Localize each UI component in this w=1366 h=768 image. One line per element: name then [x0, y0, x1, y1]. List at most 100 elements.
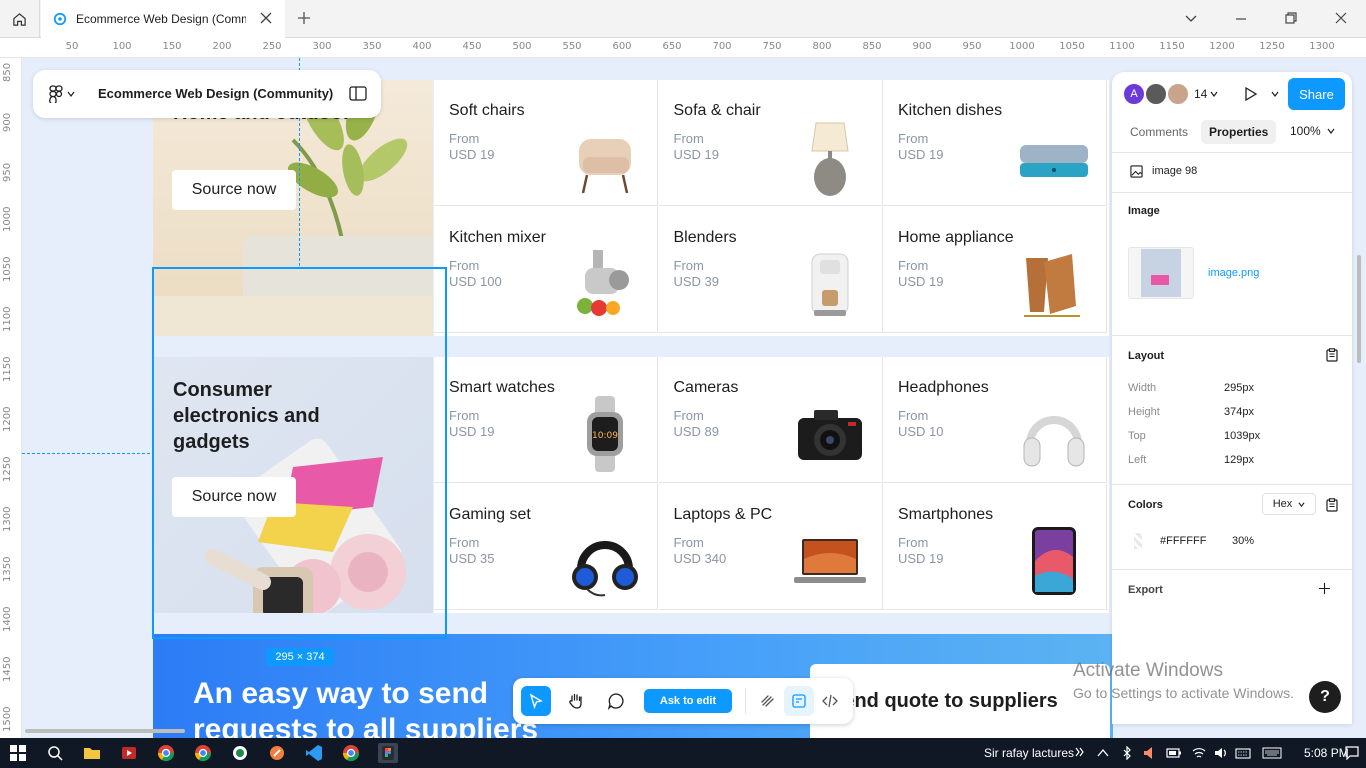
price-from-label: From [898, 131, 929, 146]
start-button[interactable] [8, 743, 28, 763]
help-button[interactable]: ? [1309, 681, 1341, 713]
product-card[interactable]: Laptops & PC From USD 340 [658, 484, 883, 610]
chevron-right-double-icon[interactable] [1075, 747, 1085, 757]
product-card[interactable]: Cameras From USD 89 [658, 357, 883, 483]
taskbar-file-explorer[interactable] [82, 743, 102, 763]
new-tab-icon[interactable] [296, 10, 312, 26]
product-title: Headphones [898, 379, 989, 396]
inspect-tool[interactable] [784, 686, 814, 716]
home-source-now-button[interactable]: Source now [172, 170, 296, 210]
comment-tool[interactable] [601, 686, 631, 716]
hand-tool[interactable] [561, 686, 591, 716]
layout-property-value[interactable]: 1039px [1224, 430, 1260, 442]
taskbar-chrome[interactable] [156, 743, 176, 763]
horizontal-scrollbar[interactable] [25, 729, 185, 733]
taskbar-vscode[interactable] [304, 743, 324, 763]
selected-layer-bounds[interactable] [152, 267, 447, 639]
color-format-select[interactable]: Hex [1262, 493, 1316, 515]
browser-tab-active[interactable]: Ecommerce Web Design (Community) [41, 0, 285, 38]
product-card[interactable]: Headphones From USD 10 [883, 357, 1107, 483]
product-card[interactable]: Gaming set From USD 35 [434, 484, 658, 610]
colors-section-header: Colors [1128, 499, 1163, 511]
draw-icon [761, 695, 774, 707]
share-button[interactable]: Share [1288, 78, 1345, 110]
annotate-tool[interactable] [754, 686, 784, 716]
product-title: Home appliance [898, 229, 1014, 246]
color-hex-value[interactable]: #FFFFFF [1160, 535, 1206, 547]
taskbar-figma[interactable] [378, 743, 398, 763]
price-value: USD 19 [449, 424, 495, 439]
present-play-icon[interactable] [1243, 86, 1259, 102]
chevron-up-icon[interactable] [1097, 748, 1109, 758]
taskbar-chrome[interactable] [193, 743, 213, 763]
search-button[interactable] [45, 743, 65, 763]
layout-property-value[interactable]: 295px [1224, 382, 1254, 394]
price-value: USD 19 [449, 147, 495, 162]
close-window-icon[interactable] [1332, 9, 1350, 27]
product-card[interactable]: Smartphones From USD 19 [883, 484, 1107, 610]
product-card[interactable]: Kitchen dishes From USD 19 [883, 80, 1107, 206]
wifi-icon[interactable] [1192, 746, 1206, 760]
zoom-menu[interactable]: 100% [1290, 124, 1335, 138]
avatar[interactable]: A [1122, 82, 1146, 106]
divider [1112, 484, 1352, 485]
keyboard-icon[interactable] [1235, 747, 1251, 759]
watermark-line-2: Go to Settings to activate Windows. [1073, 685, 1294, 701]
taskbar-app[interactable] [230, 743, 250, 763]
ruler-tick-label: 950 [2, 162, 13, 182]
restore-icon[interactable] [1282, 9, 1300, 27]
close-tab-icon[interactable] [259, 11, 273, 25]
sidebar-toggle-icon[interactable] [349, 86, 367, 102]
main-menu-button[interactable] [49, 82, 81, 106]
minimize-icon[interactable] [1232, 9, 1250, 27]
product-title: Kitchen mixer [449, 229, 546, 246]
ruler-tick-label: 1350 [2, 556, 13, 582]
layout-property-value[interactable]: 129px [1224, 454, 1254, 466]
toolbar-divider [745, 688, 746, 714]
file-name[interactable]: Ecommerce Web Design (Community) [98, 86, 333, 101]
product-card[interactable]: Blenders From USD 39 [658, 207, 883, 333]
product-price: From USD 19 [449, 131, 495, 163]
product-card[interactable]: Smart watches From USD 19 10:09 [434, 357, 658, 483]
notification-text[interactable]: Sir rafay lactures [984, 746, 1074, 760]
battery-icon[interactable] [1166, 747, 1182, 759]
language-icon[interactable] [1262, 746, 1282, 760]
collaborator-count[interactable]: 14 [1194, 87, 1218, 101]
cursor-icon [529, 693, 543, 709]
warning-icon[interactable] [1143, 746, 1155, 760]
avatar[interactable] [1144, 82, 1168, 106]
clipboard-icon[interactable] [1326, 348, 1338, 362]
dev-mode-tool[interactable] [815, 686, 845, 716]
product-card[interactable]: Home appliance From USD 19 [883, 207, 1107, 333]
add-export-icon[interactable] [1318, 582, 1331, 595]
taskbar-media-app[interactable] [119, 743, 139, 763]
avatar[interactable] [1166, 82, 1190, 106]
clipboard-icon[interactable] [1326, 498, 1338, 512]
product-title: Cameras [673, 379, 739, 396]
tab-list-chevron-icon[interactable] [1182, 9, 1200, 27]
tab-comments[interactable]: Comments [1130, 120, 1188, 144]
layer-name[interactable]: image 98 [1152, 165, 1197, 177]
notification-center-icon[interactable] [1345, 746, 1359, 760]
color-swatch[interactable] [1134, 533, 1142, 549]
image-file-link[interactable]: image.png [1208, 267, 1259, 279]
ask-to-edit-button[interactable]: Ask to edit [644, 689, 732, 713]
chevron-down-icon[interactable] [1271, 90, 1279, 98]
ruler-tick-label: 1300 [1309, 41, 1335, 52]
bluetooth-icon[interactable] [1122, 746, 1132, 760]
ruler-tick-label: 50 [65, 41, 79, 52]
tab-properties[interactable]: Properties [1201, 120, 1277, 144]
product-card[interactable]: Sofa & chair From USD 19 [658, 80, 883, 206]
taskbar-chrome[interactable] [341, 743, 361, 763]
vertical-scrollbar[interactable] [1357, 255, 1361, 363]
layout-property-value[interactable]: 374px [1224, 406, 1254, 418]
taskbar-app[interactable] [267, 743, 287, 763]
clock-time[interactable]: 5:08 PM [1304, 746, 1349, 760]
product-card[interactable]: Kitchen mixer From USD 100 [434, 207, 658, 333]
volume-icon[interactable] [1214, 746, 1228, 760]
color-opacity-value[interactable]: 30% [1232, 535, 1254, 547]
image-thumbnail[interactable] [1128, 247, 1194, 299]
product-card[interactable]: Soft chairs From USD 19 [434, 80, 658, 206]
home-button[interactable] [0, 0, 40, 38]
move-tool[interactable] [521, 686, 551, 716]
